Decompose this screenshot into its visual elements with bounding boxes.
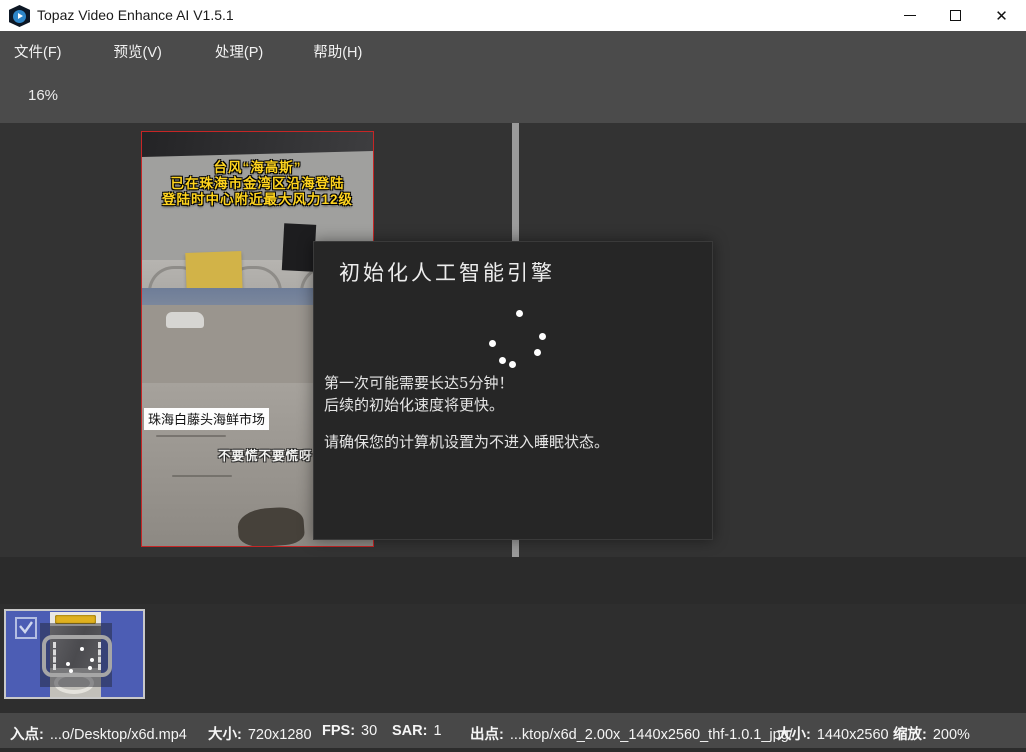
video-headline-line2: 已在珠海市金湾区沿海登陆 (142, 176, 373, 192)
dialog-title: 初始化人工智能引擎 (339, 257, 555, 287)
clip-thumbnail-selected[interactable] (4, 609, 145, 699)
checkmark-icon (17, 619, 35, 637)
menu-bar: 文件(F) 预览(V) 处理(P) 帮助(H) (0, 31, 1026, 71)
status-output-size: 大小:1440x2560 (777, 723, 889, 744)
status-scale: 缩放:200% (893, 723, 970, 744)
status-input-size: 大小:720x1280 (208, 723, 312, 744)
close-button[interactable]: ✕ (979, 0, 1024, 31)
status-output-path: 出点:...ktop/x6d_2.00x_1440x2560_thf-1.0.1… (470, 723, 793, 744)
app-logo-icon (9, 5, 30, 27)
minimize-icon (904, 15, 916, 17)
video-headline-line1: 台风“海高斯” (142, 160, 373, 176)
minimize-button[interactable] (887, 0, 932, 31)
status-fps: FPS:30 (322, 723, 377, 739)
menu-help[interactable]: 帮助(H) (299, 31, 376, 71)
dialog-message-1: 第一次可能需要长达5分钟！ 后续的初始化速度将更快。 (324, 372, 514, 416)
clip-list (0, 604, 1026, 713)
app-window: Topaz Video Enhance AI V1.5.1 ✕ 文件(F) 预览… (0, 0, 1026, 752)
menu-preview[interactable]: 预览(V) (100, 31, 176, 71)
menu-process[interactable]: 处理(P) (201, 31, 277, 71)
init-engine-dialog: 初始化人工智能引擎 第一次可能需要长达5分钟！ 后续的初始化速度将更快。 请确保… (313, 241, 713, 540)
dialog-message-2: 请确保您的计算机设置为不进入睡眠状态。 (324, 431, 609, 453)
window-title: Topaz Video Enhance AI V1.5.1 (37, 7, 234, 23)
process-toolbar: 计算 ETA... (0, 557, 1026, 604)
maximize-icon (950, 10, 961, 21)
close-icon: ✕ (995, 7, 1008, 25)
status-bar: 入点:...o/Desktop/x6d.mp4 大小:720x1280 FPS:… (0, 713, 1026, 752)
menu-file[interactable]: 文件(F) (0, 31, 76, 71)
video-caption: 不要慌不要慌呀 (218, 445, 313, 464)
video-scene-car (166, 312, 204, 328)
film-frame-icon (42, 635, 112, 677)
maximize-button[interactable] (933, 0, 978, 31)
window-bottom-edge (0, 748, 1026, 752)
video-scene-speaker (282, 223, 316, 272)
playback-toolbar: 16% 0 / 357 [ 0 : 357 ] (0, 71, 1026, 123)
title-bar: Topaz Video Enhance AI V1.5.1 ✕ (0, 0, 1026, 31)
video-headline-line3: 登陆时中心附近最大风力12级 (142, 192, 373, 208)
zoom-level: 16% (28, 87, 58, 104)
video-location-label: 珠海白藤头海鲜市场 (144, 408, 269, 430)
video-scene-awning (141, 131, 374, 157)
clip-checkbox[interactable] (15, 617, 37, 639)
preview-area: 台风“海高斯” 已在珠海市金湾区沿海登陆 登陆时中心附近最大风力12级 珠海白藤… (0, 123, 1026, 557)
status-sar: SAR:1 (392, 723, 442, 739)
status-input-path: 入点:...o/Desktop/x6d.mp4 (10, 723, 187, 744)
video-headline: 台风“海高斯” 已在珠海市金湾区沿海登陆 登陆时中心附近最大风力12级 (142, 160, 373, 208)
